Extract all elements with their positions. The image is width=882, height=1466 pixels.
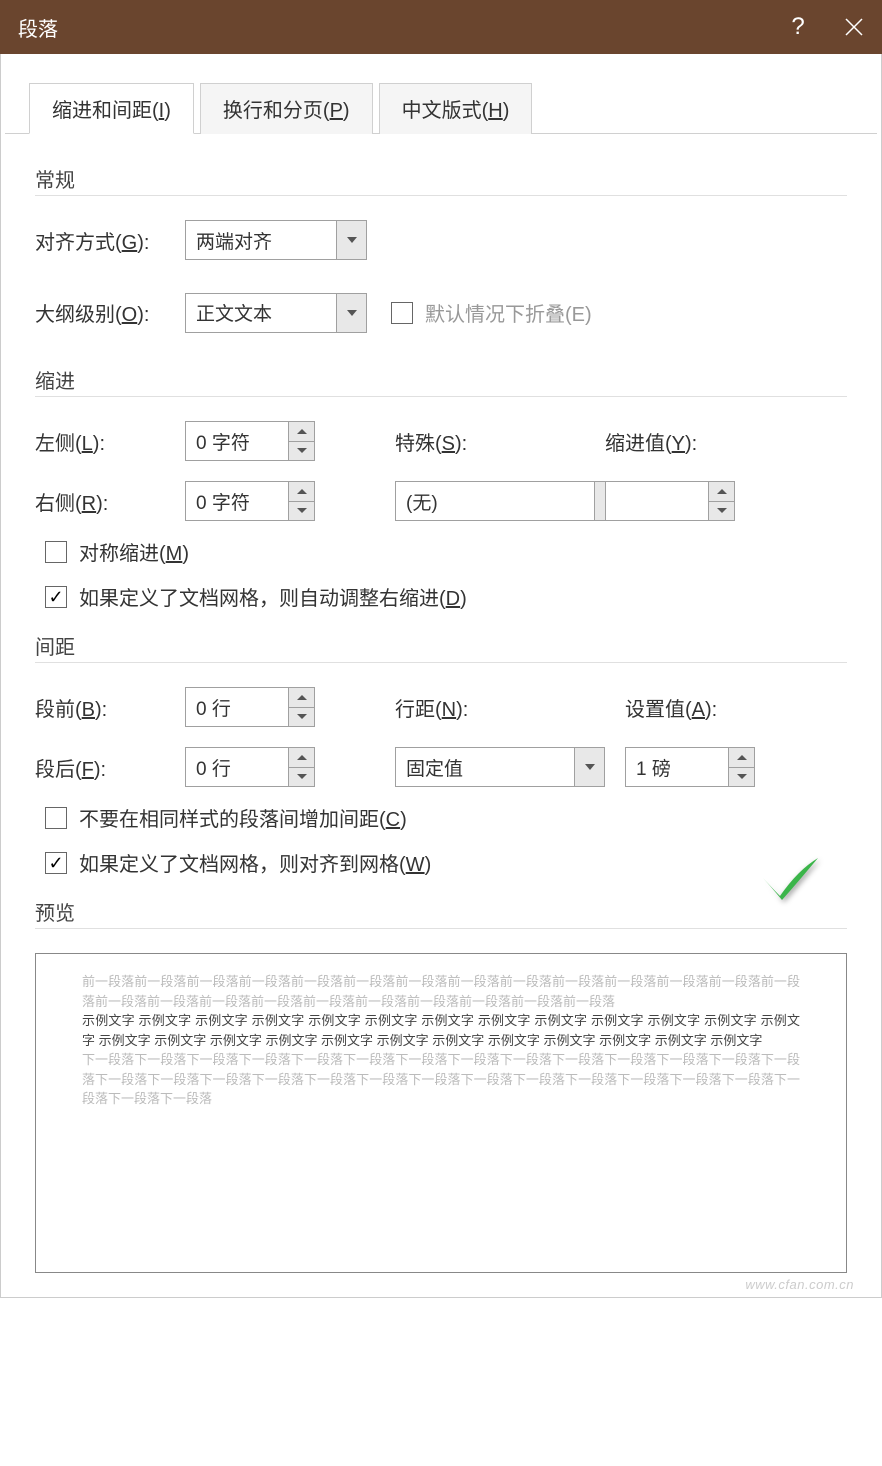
chevron-down-icon[interactable]: [336, 221, 366, 259]
space-before-label: 段前(B):: [35, 693, 185, 722]
group-preview: 预览: [35, 897, 847, 929]
spin-down-icon[interactable]: [709, 502, 734, 521]
tab-strip: 缩进和间距(I) 换行和分页(P) 中文版式(H): [5, 54, 877, 134]
alignment-label: 对齐方式(G):: [35, 226, 185, 255]
collapsed-label: 默认情况下折叠(E): [425, 298, 592, 327]
group-indent: 缩进: [35, 365, 847, 397]
dialog-title: 段落: [18, 13, 770, 42]
preview-prev: 前一段落前一段落前一段落前一段落前一段落前一段落前一段落前一段落前一段落前一段落…: [82, 972, 800, 1011]
spin-up-icon[interactable]: [289, 688, 314, 708]
spin-up-icon[interactable]: [289, 422, 314, 442]
alignment-combo[interactable]: 两端对齐: [185, 220, 367, 260]
mirror-indent-label: 对称缩进(M): [79, 537, 189, 566]
collapsed-checkbox: [391, 302, 413, 324]
spin-up-icon[interactable]: [289, 748, 314, 768]
no-same-style-spacing-checkbox[interactable]: [45, 807, 67, 829]
spin-down-icon[interactable]: [289, 502, 314, 521]
spin-up-icon[interactable]: [709, 482, 734, 502]
titlebar: 段落 ?: [0, 0, 882, 54]
snap-grid-checkbox[interactable]: [45, 852, 67, 874]
line-spacing-combo[interactable]: 固定值: [395, 747, 605, 787]
indent-left-label: 左侧(L):: [35, 427, 185, 456]
auto-indent-grid-checkbox[interactable]: [45, 586, 67, 608]
help-button[interactable]: ?: [770, 0, 826, 54]
indent-value-label: 缩进值(Y):: [605, 427, 755, 456]
auto-indent-grid-label: 如果定义了文档网格，则自动调整右缩进(D): [79, 582, 467, 611]
tab-chinese[interactable]: 中文版式(H): [379, 83, 533, 134]
group-general: 常规: [35, 164, 847, 196]
mirror-indent-checkbox[interactable]: [45, 541, 67, 563]
tab-indent-spacing[interactable]: 缩进和间距(I): [29, 83, 194, 134]
indent-left-spinner[interactable]: 0 字符: [185, 421, 315, 461]
space-before-spinner[interactable]: 0 行: [185, 687, 315, 727]
spin-up-icon[interactable]: [289, 482, 314, 502]
space-after-label: 段后(F):: [35, 753, 185, 782]
space-after-spinner[interactable]: 0 行: [185, 747, 315, 787]
spin-down-icon[interactable]: [289, 768, 314, 787]
outline-label: 大纲级别(O):: [35, 298, 185, 327]
indent-right-spinner[interactable]: 0 字符: [185, 481, 315, 521]
indent-value-spinner[interactable]: [605, 481, 735, 521]
snap-grid-label: 如果定义了文档网格，则对齐到网格(W): [79, 848, 431, 877]
spacing-at-label: 设置值(A):: [625, 693, 775, 722]
chevron-down-icon[interactable]: [336, 294, 366, 332]
close-button[interactable]: [826, 0, 882, 54]
spin-down-icon[interactable]: [289, 442, 314, 461]
tab-pagebreak[interactable]: 换行和分页(P): [200, 83, 373, 134]
preview-next: 下一段落下一段落下一段落下一段落下一段落下一段落下一段落下一段落下一段落下一段落…: [82, 1050, 800, 1109]
preview-box: 前一段落前一段落前一段落前一段落前一段落前一段落前一段落前一段落前一段落前一段落…: [35, 953, 847, 1273]
spin-up-icon[interactable]: [729, 748, 754, 768]
group-spacing: 间距: [35, 631, 847, 663]
indent-right-label: 右侧(R):: [35, 487, 185, 516]
line-spacing-label: 行距(N):: [355, 693, 505, 722]
alignment-value: 两端对齐: [186, 221, 336, 259]
no-same-style-spacing-label: 不要在相同样式的段落间增加间距(C): [79, 803, 407, 832]
outline-value: 正文文本: [186, 294, 336, 332]
spin-down-icon[interactable]: [289, 708, 314, 727]
outline-combo[interactable]: 正文文本: [185, 293, 367, 333]
spacing-at-spinner[interactable]: 1 磅: [625, 747, 755, 787]
preview-sample: 示例文字 示例文字 示例文字 示例文字 示例文字 示例文字 示例文字 示例文字 …: [82, 1011, 800, 1050]
chevron-down-icon[interactable]: [574, 748, 604, 786]
special-label: 特殊(S):: [355, 427, 505, 456]
watermark: www.cfan.com.cn: [745, 1277, 854, 1292]
close-icon: [844, 17, 864, 37]
spin-down-icon[interactable]: [729, 768, 754, 787]
special-combo[interactable]: (无): [395, 481, 625, 521]
